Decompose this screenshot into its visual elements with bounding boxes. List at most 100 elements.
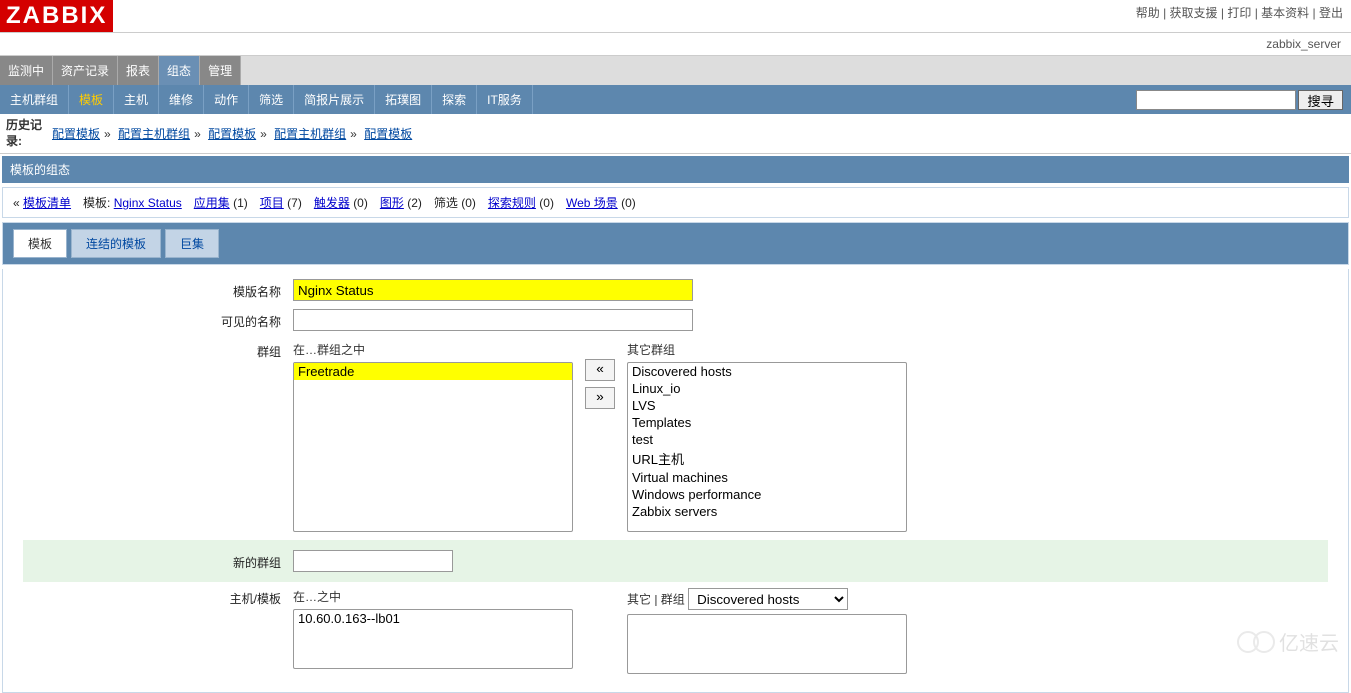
nav-primary: 监测中 资产记录 报表 组态 管理 xyxy=(0,56,1351,85)
in-group-col: 在…群组之中 Freetrade xyxy=(293,339,573,532)
top-link-help[interactable]: 帮助 xyxy=(1136,6,1160,20)
infobar-items[interactable]: 项目 xyxy=(260,196,284,210)
label-other-groups: 其它群组 xyxy=(627,339,907,362)
list-item[interactable]: Freetrade xyxy=(294,363,572,380)
move-left-button[interactable]: « xyxy=(585,359,615,381)
infobar-applications[interactable]: 应用集 xyxy=(194,196,230,210)
infobar-items-count: (7) xyxy=(287,196,302,210)
list-item[interactable]: Windows performance xyxy=(628,486,906,503)
info-bar: « 模板清单 模板: Nginx Status 应用集 (1) 项目 (7) 触… xyxy=(2,187,1349,218)
list-item[interactable]: Linux_io xyxy=(628,380,906,397)
label-template-name: 模版名称 xyxy=(23,279,293,300)
crumb-sep: » xyxy=(346,127,361,141)
top-link-profile[interactable]: 基本资料 xyxy=(1261,6,1309,20)
nav-secondary: 主机群组 模板 主机 维修 动作 筛选 简报片展示 拓璞图 探索 IT服务 xyxy=(0,85,533,114)
search-button[interactable]: 搜寻 xyxy=(1298,90,1343,110)
list-item[interactable]: test xyxy=(628,431,906,448)
nav2-templates[interactable]: 模板 xyxy=(69,85,114,114)
crumb-sep: » xyxy=(190,127,205,141)
hosts-in-col: 在…之中 10.60.0.163--lb01 xyxy=(293,586,573,669)
listbox-other-groups[interactable]: Discovered hosts Linux_io LVS Templates … xyxy=(627,362,907,532)
top-links: 帮助 | 获取支援 | 打印 | 基本资料 | 登出 xyxy=(1128,0,1351,25)
crumb-1[interactable]: 配置主机群组 xyxy=(118,127,190,141)
infobar-discovery[interactable]: 探索规则 xyxy=(488,196,536,210)
nav1-administration[interactable]: 管理 xyxy=(200,56,241,85)
nav2-slideshow[interactable]: 简报片展示 xyxy=(294,85,375,114)
listbox-hosts-other[interactable] xyxy=(627,614,907,674)
infobar-web[interactable]: Web 场景 xyxy=(566,196,618,210)
logo: ZABBIX xyxy=(0,0,113,32)
infobar-graphs-count: (2) xyxy=(407,196,422,210)
nav2-itservices[interactable]: IT服务 xyxy=(477,85,533,114)
list-item[interactable]: Discovered hosts xyxy=(628,363,906,380)
list-item[interactable]: LVS xyxy=(628,397,906,414)
crumb-3[interactable]: 配置主机群组 xyxy=(274,127,346,141)
nav-secondary-row: 主机群组 模板 主机 维修 动作 筛选 简报片展示 拓璞图 探索 IT服务 搜寻 xyxy=(0,85,1351,114)
nav1-configuration[interactable]: 组态 xyxy=(159,56,200,85)
input-template-name[interactable] xyxy=(293,279,693,301)
nav2-filter[interactable]: 筛选 xyxy=(249,85,294,114)
nav2-maintenance[interactable]: 维修 xyxy=(159,85,204,114)
search-box: 搜寻 xyxy=(1128,88,1351,112)
crumb-4[interactable]: 配置模板 xyxy=(364,127,412,141)
server-name: zabbix_server xyxy=(0,33,1351,56)
label-in-groups: 在…群组之中 xyxy=(293,339,573,362)
host-section: 在…之中 10.60.0.163--lb01 其它 | 群组 Discovere… xyxy=(293,586,907,674)
list-item[interactable]: URL主机 xyxy=(628,448,906,469)
listbox-hosts-in[interactable]: 10.60.0.163--lb01 xyxy=(293,609,573,669)
infobar-triggers-count: (0) xyxy=(353,196,368,210)
history-row: 历史记录: 配置模板» 配置主机群组» 配置模板» 配置主机群组» 配置模板 xyxy=(0,114,1351,154)
template-name-link[interactable]: Nginx Status xyxy=(114,196,182,210)
template-list-back[interactable]: « 模板清单 xyxy=(13,194,71,211)
list-item[interactable]: Templates xyxy=(628,414,906,431)
row-new-group: 新的群组 xyxy=(23,540,1328,582)
tab-macros[interactable]: 巨集 xyxy=(165,229,219,258)
template-label: 模板: xyxy=(83,196,110,210)
template-list-link[interactable]: 模板清单 xyxy=(23,196,71,210)
label-new-group: 新的群组 xyxy=(23,550,293,571)
infobar-graphs[interactable]: 图形 xyxy=(380,196,404,210)
crumb-0[interactable]: 配置模板 xyxy=(52,127,100,141)
move-right-button[interactable]: » xyxy=(585,387,615,409)
infobar-discovery-count: (0) xyxy=(539,196,554,210)
label-groups: 群组 xyxy=(23,339,293,360)
row-groups: 群组 在…群组之中 Freetrade « » 其它群组 Discovered … xyxy=(23,339,1328,532)
input-new-group[interactable] xyxy=(293,550,453,572)
nav2-hosts[interactable]: 主机 xyxy=(114,85,159,114)
search-input[interactable] xyxy=(1136,90,1296,110)
tabs: 模板 连结的模板 巨集 xyxy=(13,229,1338,258)
infobar-filter: 筛选 xyxy=(434,196,458,210)
input-visible-name[interactable] xyxy=(293,309,693,331)
history-label: 历史记录: xyxy=(6,118,52,149)
infobar-web-count: (0) xyxy=(621,196,636,210)
crumb-sep: » xyxy=(100,127,115,141)
dropdown-other-group[interactable]: Discovered hosts xyxy=(688,588,848,610)
label-visible-name: 可见的名称 xyxy=(23,309,293,330)
list-item[interactable]: Zabbix servers xyxy=(628,503,906,520)
tab-linked-templates[interactable]: 连结的模板 xyxy=(71,229,161,258)
label-hosts-other: 其它 | 群组 Discovered hosts xyxy=(627,586,907,614)
listbox-in-groups[interactable]: Freetrade xyxy=(293,362,573,532)
form-area: 模版名称 可见的名称 群组 在…群组之中 Freetrade « » 其它群组 … xyxy=(2,269,1349,693)
list-item[interactable]: 10.60.0.163--lb01 xyxy=(294,610,572,627)
nav2-discovery[interactable]: 探索 xyxy=(432,85,477,114)
nav2-hostgroups[interactable]: 主机群组 xyxy=(0,85,69,114)
tab-template[interactable]: 模板 xyxy=(13,229,67,258)
top-link-logout[interactable]: 登出 xyxy=(1319,6,1343,20)
label-hosts-in: 在…之中 xyxy=(293,586,573,609)
group-move-buttons: « » xyxy=(573,339,627,409)
nav2-topology[interactable]: 拓璞图 xyxy=(375,85,432,114)
nav1-inventory[interactable]: 资产记录 xyxy=(53,56,118,85)
top-link-print[interactable]: 打印 xyxy=(1227,6,1251,20)
crumb-2[interactable]: 配置模板 xyxy=(208,127,256,141)
nav1-reports[interactable]: 报表 xyxy=(118,56,159,85)
breadcrumb: 配置模板» 配置主机群组» 配置模板» 配置主机群组» 配置模板 xyxy=(52,125,412,142)
list-item[interactable]: Virtual machines xyxy=(628,469,906,486)
nav2-actions[interactable]: 动作 xyxy=(204,85,249,114)
nav1-monitoring[interactable]: 监测中 xyxy=(0,56,53,85)
row-visible-name: 可见的名称 xyxy=(23,309,1328,331)
label-hosts: 主机/模板 xyxy=(23,586,293,607)
top-link-support[interactable]: 获取支援 xyxy=(1170,6,1218,20)
row-hosts: 主机/模板 在…之中 10.60.0.163--lb01 其它 | 群组 Dis… xyxy=(23,586,1328,674)
infobar-triggers[interactable]: 触发器 xyxy=(314,196,350,210)
